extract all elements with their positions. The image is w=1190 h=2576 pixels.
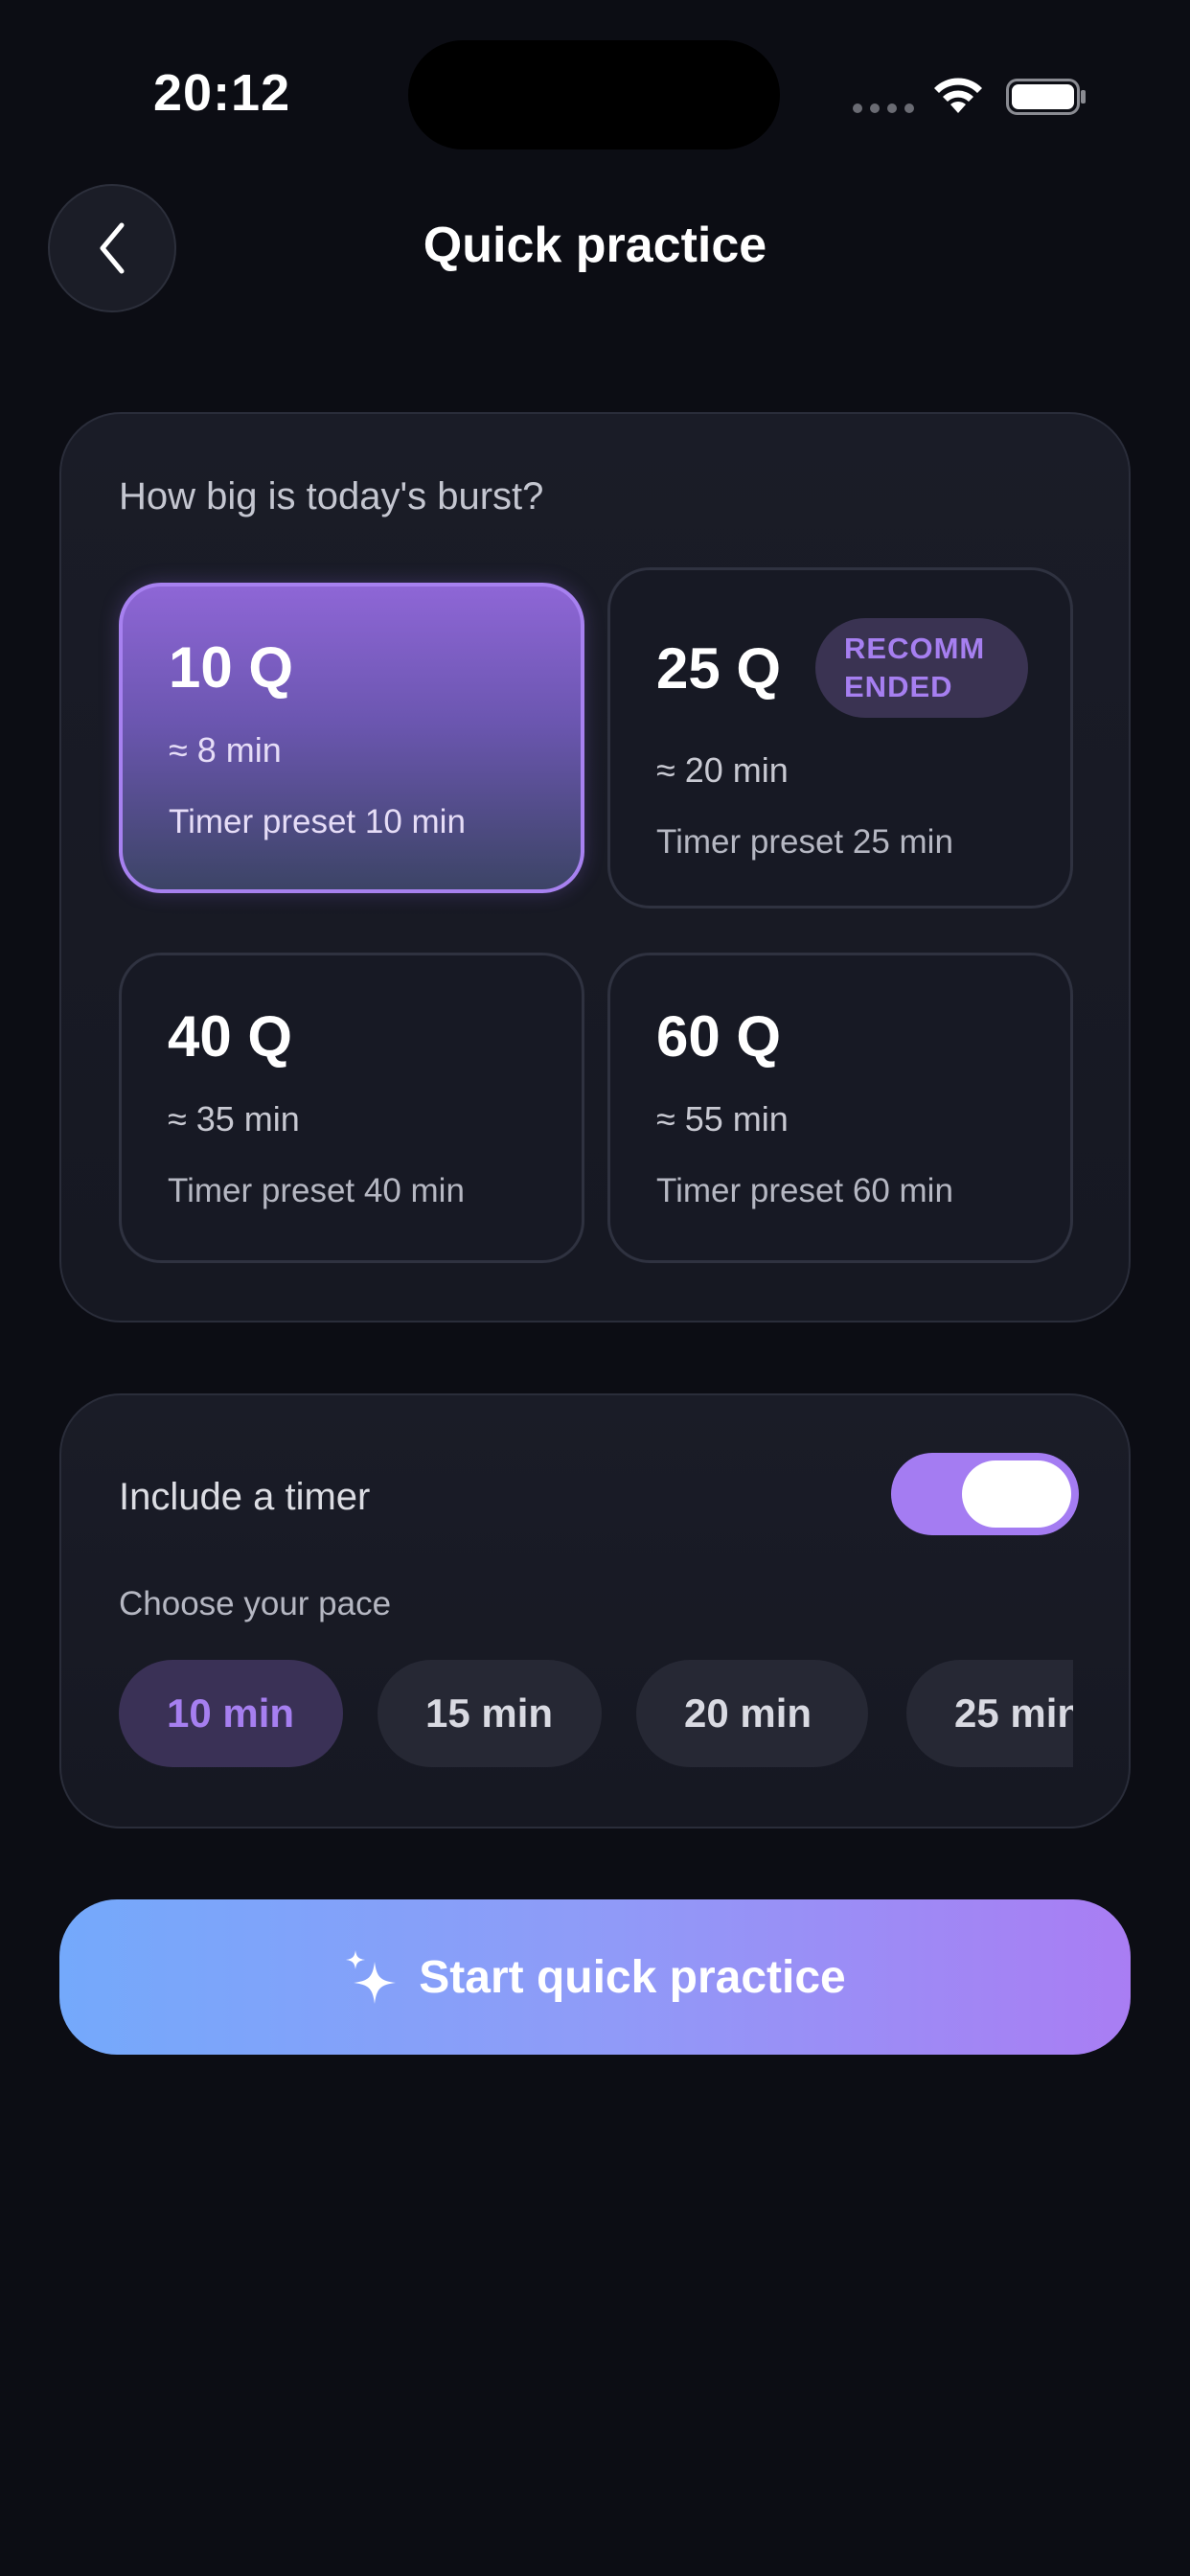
- recommended-badge: RECOMM ENDED: [815, 618, 1028, 718]
- timer-card: Include a timer Choose your pace 10 min …: [59, 1393, 1131, 1828]
- option-approx-time: ≈ 55 min: [656, 1099, 789, 1138]
- burst-question: How big is today's burst?: [119, 475, 544, 518]
- battery-icon: [1006, 79, 1086, 115]
- wifi-icon: [934, 78, 982, 113]
- burst-option-60q[interactable]: 60 Q ≈ 55 min Timer preset 60 min: [607, 953, 1073, 1263]
- page-title: Quick practice: [423, 218, 767, 273]
- timer-toggle[interactable]: [891, 1453, 1079, 1535]
- dynamic-island: [408, 40, 780, 150]
- option-question-count: 25 Q: [656, 636, 782, 701]
- option-approx-time: ≈ 35 min: [168, 1099, 300, 1138]
- option-timer-preset: Timer preset 40 min: [168, 1172, 465, 1209]
- burst-option-25q[interactable]: 25 Q RECOMM ENDED ≈ 20 min Timer preset …: [607, 567, 1073, 908]
- burst-option-10q[interactable]: 10 Q ≈ 8 min Timer preset 10 min: [119, 583, 584, 893]
- option-approx-time: ≈ 20 min: [656, 750, 789, 790]
- toggle-knob: [962, 1460, 1071, 1528]
- pace-chip-25-min[interactable]: 25 min: [906, 1660, 1073, 1767]
- pace-chip-10-min[interactable]: 10 min: [119, 1660, 343, 1767]
- sparkle-icon: [346, 1950, 397, 2004]
- option-timer-preset: Timer preset 25 min: [656, 823, 953, 861]
- include-timer-label: Include a timer: [119, 1476, 371, 1518]
- pace-chip-row[interactable]: 10 min 15 min 20 min 25 min: [119, 1660, 1073, 1771]
- start-quick-practice-button[interactable]: Start quick practice: [59, 1899, 1131, 2055]
- option-timer-preset: Timer preset 60 min: [656, 1172, 953, 1209]
- option-timer-preset: Timer preset 10 min: [169, 803, 466, 840]
- burst-size-card: How big is today's burst? 10 Q ≈ 8 min T…: [59, 412, 1131, 1322]
- option-question-count: 40 Q: [168, 1004, 293, 1069]
- option-question-count: 10 Q: [169, 635, 294, 700]
- pace-chip-20-min[interactable]: 20 min: [636, 1660, 868, 1767]
- cta-label: Start quick practice: [419, 1951, 846, 2003]
- option-question-count: 60 Q: [656, 1004, 782, 1069]
- pace-label: Choose your pace: [119, 1585, 392, 1622]
- quick-practice-screen: 20:12 Quick practice How big is today's …: [0, 0, 1190, 2576]
- status-time: 20:12: [153, 64, 291, 122]
- option-approx-time: ≈ 8 min: [169, 730, 282, 770]
- cellular-signal-icon: [853, 104, 914, 113]
- pace-chip-15-min[interactable]: 15 min: [378, 1660, 602, 1767]
- burst-option-40q[interactable]: 40 Q ≈ 35 min Timer preset 40 min: [119, 953, 584, 1263]
